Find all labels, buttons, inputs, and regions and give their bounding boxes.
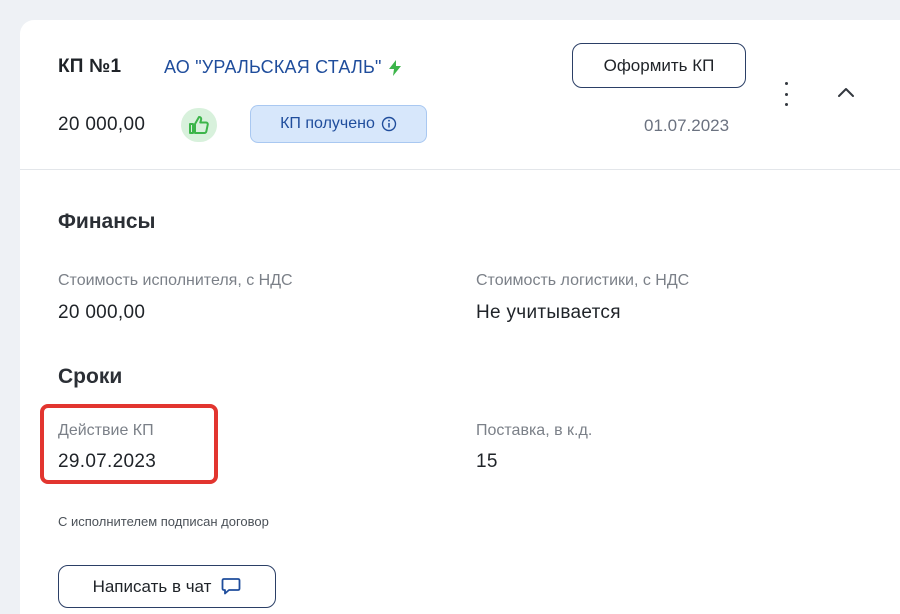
terms-section-title: Сроки (58, 365, 123, 388)
bolt-icon (388, 59, 401, 76)
offer-card: КП №1 АО "УРАЛЬСКАЯ СТАЛЬ" Оформить КП 2… (20, 20, 900, 614)
logistics-cost-value: Не учитывается (476, 302, 621, 323)
thumbs-up-icon (189, 116, 209, 134)
offer-date: 01.07.2023 (644, 116, 730, 135)
like-badge[interactable] (181, 108, 217, 142)
logistics-cost-label: Стоимость логистики, с НДС (476, 272, 690, 289)
status-text: КП получено (280, 115, 375, 132)
contractor-cost-value: 20 000,00 (58, 302, 146, 323)
delivery-label: Поставка, в к.д. (476, 422, 593, 439)
info-icon[interactable] (381, 116, 397, 132)
status-badge: КП получено (250, 105, 427, 143)
validity-value: 29.07.2023 (58, 451, 157, 472)
kp-number: КП №1 (58, 56, 122, 77)
validity-label: Действие КП (58, 422, 154, 439)
chevron-up-icon[interactable] (834, 84, 858, 100)
chat-button-label: Написать в чат (92, 576, 212, 596)
chat-button[interactable]: Написать в чат (58, 565, 276, 608)
chat-icon (222, 578, 241, 595)
offer-amount: 20 000,00 (58, 114, 146, 135)
contractor-cost-label: Стоимость исполнителя, с НДС (58, 272, 293, 289)
company-name: АО "УРАЛЬСКАЯ СТАЛЬ" (164, 57, 382, 77)
issue-kp-button[interactable]: Оформить КП (572, 43, 746, 88)
company-link[interactable]: АО "УРАЛЬСКАЯ СТАЛЬ" (164, 57, 402, 78)
finance-section-title: Финансы (58, 210, 156, 233)
offer-card-header: КП №1 АО "УРАЛЬСКАЯ СТАЛЬ" Оформить КП 2… (20, 20, 900, 170)
more-vertical-icon[interactable] (780, 82, 792, 106)
contract-note: С исполнителем подписан договор (58, 514, 269, 529)
delivery-value: 15 (476, 451, 498, 472)
